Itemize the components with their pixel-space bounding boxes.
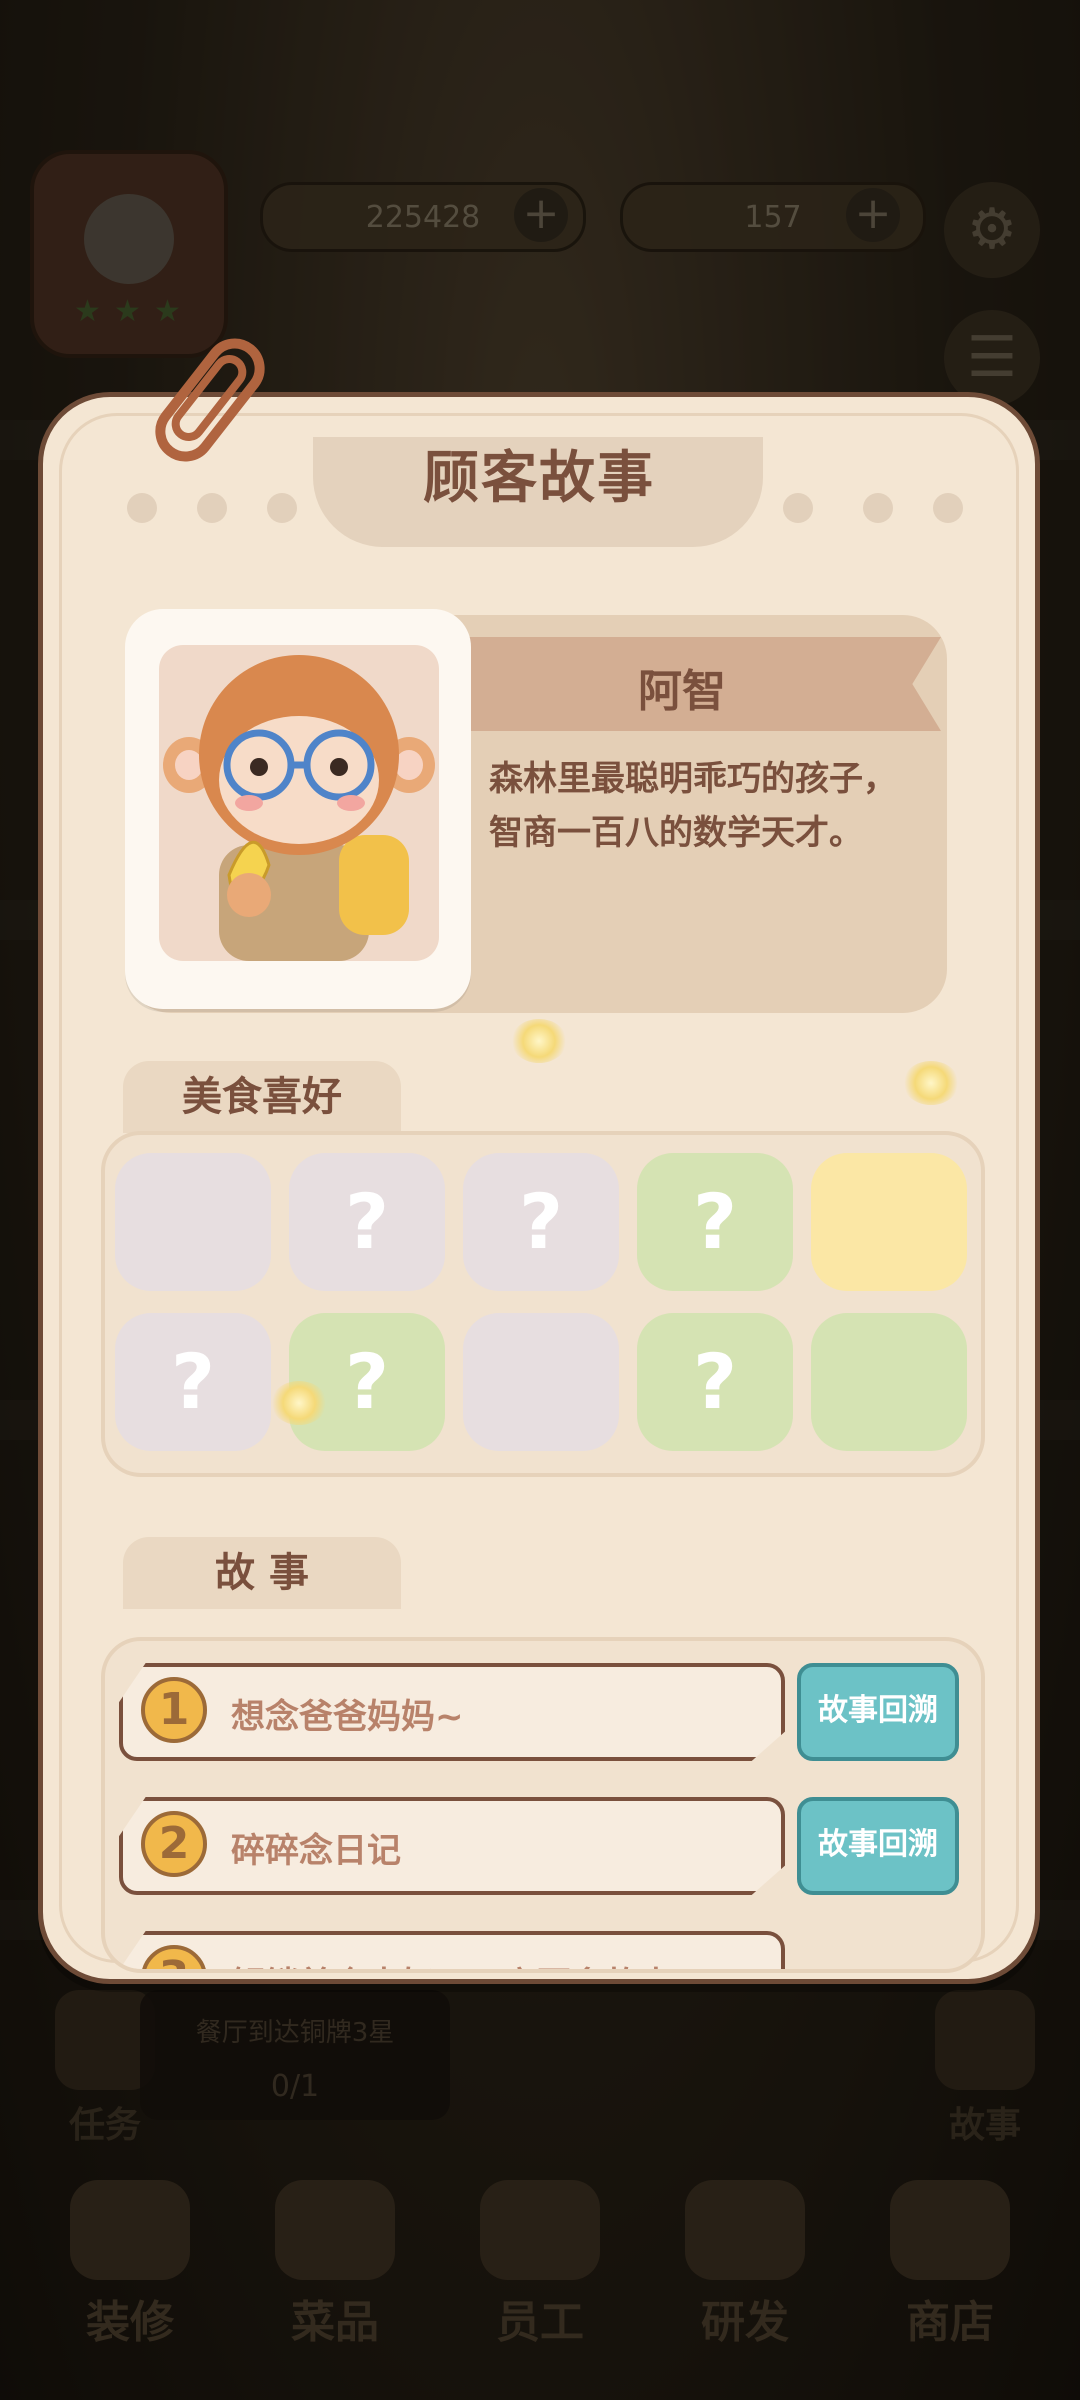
story-title: 碎碎念日记 <box>231 1831 401 1871</box>
story-title: 想念爸爸妈妈~ <box>231 1697 464 1737</box>
food-preference-unknown-slot[interactable]: ? <box>637 1153 793 1291</box>
monkey-character-portrait <box>159 645 439 961</box>
paw-sparkle-icon <box>271 1381 327 1425</box>
character-description: 森林里最聪明乖巧的孩子，智商一百八的数学天才。 <box>489 759 897 853</box>
customer-story-dialog: 顾客故事 阿智 森林里最聪明乖巧的孩子，智商一百八的数学天才。 美食喜好 ? ?… <box>38 392 1040 1984</box>
story-scroll-bg <box>119 1797 785 1895</box>
food-preference-slot[interactable] <box>463 1313 619 1451</box>
food-preference-unknown-slot[interactable]: ? <box>637 1313 793 1451</box>
story-replay-button[interactable]: 故事回溯 <box>797 1797 959 1895</box>
food-preference-unknown-slot[interactable]: ? <box>289 1153 445 1291</box>
story-item-2: 2 碎碎念日记 <box>119 1797 785 1895</box>
food-preference-slot[interactable] <box>115 1153 271 1291</box>
food-preference-slot[interactable] <box>811 1153 967 1291</box>
story-list: 1 想念爸爸妈妈~ 故事回溯 2 碎碎念日记 故事回溯 3 解锁美食喜好，开启更… <box>101 1637 985 1973</box>
story-replay-button[interactable]: 故事回溯 <box>797 1663 959 1761</box>
story-title: 解锁美食喜好，开启更多故事! <box>231 1957 689 1969</box>
paw-sparkle-icon <box>511 1019 567 1063</box>
portrait-frame <box>125 609 471 1009</box>
food-preference-slot[interactable] <box>811 1313 967 1451</box>
name-ribbon: 阿智 <box>463 637 941 731</box>
character-name: 阿智 <box>638 666 726 717</box>
food-preference-tab: 美食喜好 <box>123 1061 401 1133</box>
story-tab: 故 事 <box>123 1537 401 1609</box>
story-item-1: 1 想念爸爸妈妈~ <box>119 1663 785 1761</box>
food-preference-unknown-slot[interactable]: ? <box>463 1153 619 1291</box>
story-number-badge: 1 <box>141 1677 207 1743</box>
story-item-3: 3 解锁美食喜好，开启更多故事! <box>119 1931 785 1969</box>
paw-sparkle-icon <box>903 1061 959 1105</box>
food-preference-unknown-slot[interactable]: ? <box>115 1313 271 1451</box>
story-number-badge: 2 <box>141 1811 207 1877</box>
food-preference-unknown-slot[interactable]: ? <box>289 1313 445 1451</box>
monkey-illustration <box>163 655 435 961</box>
